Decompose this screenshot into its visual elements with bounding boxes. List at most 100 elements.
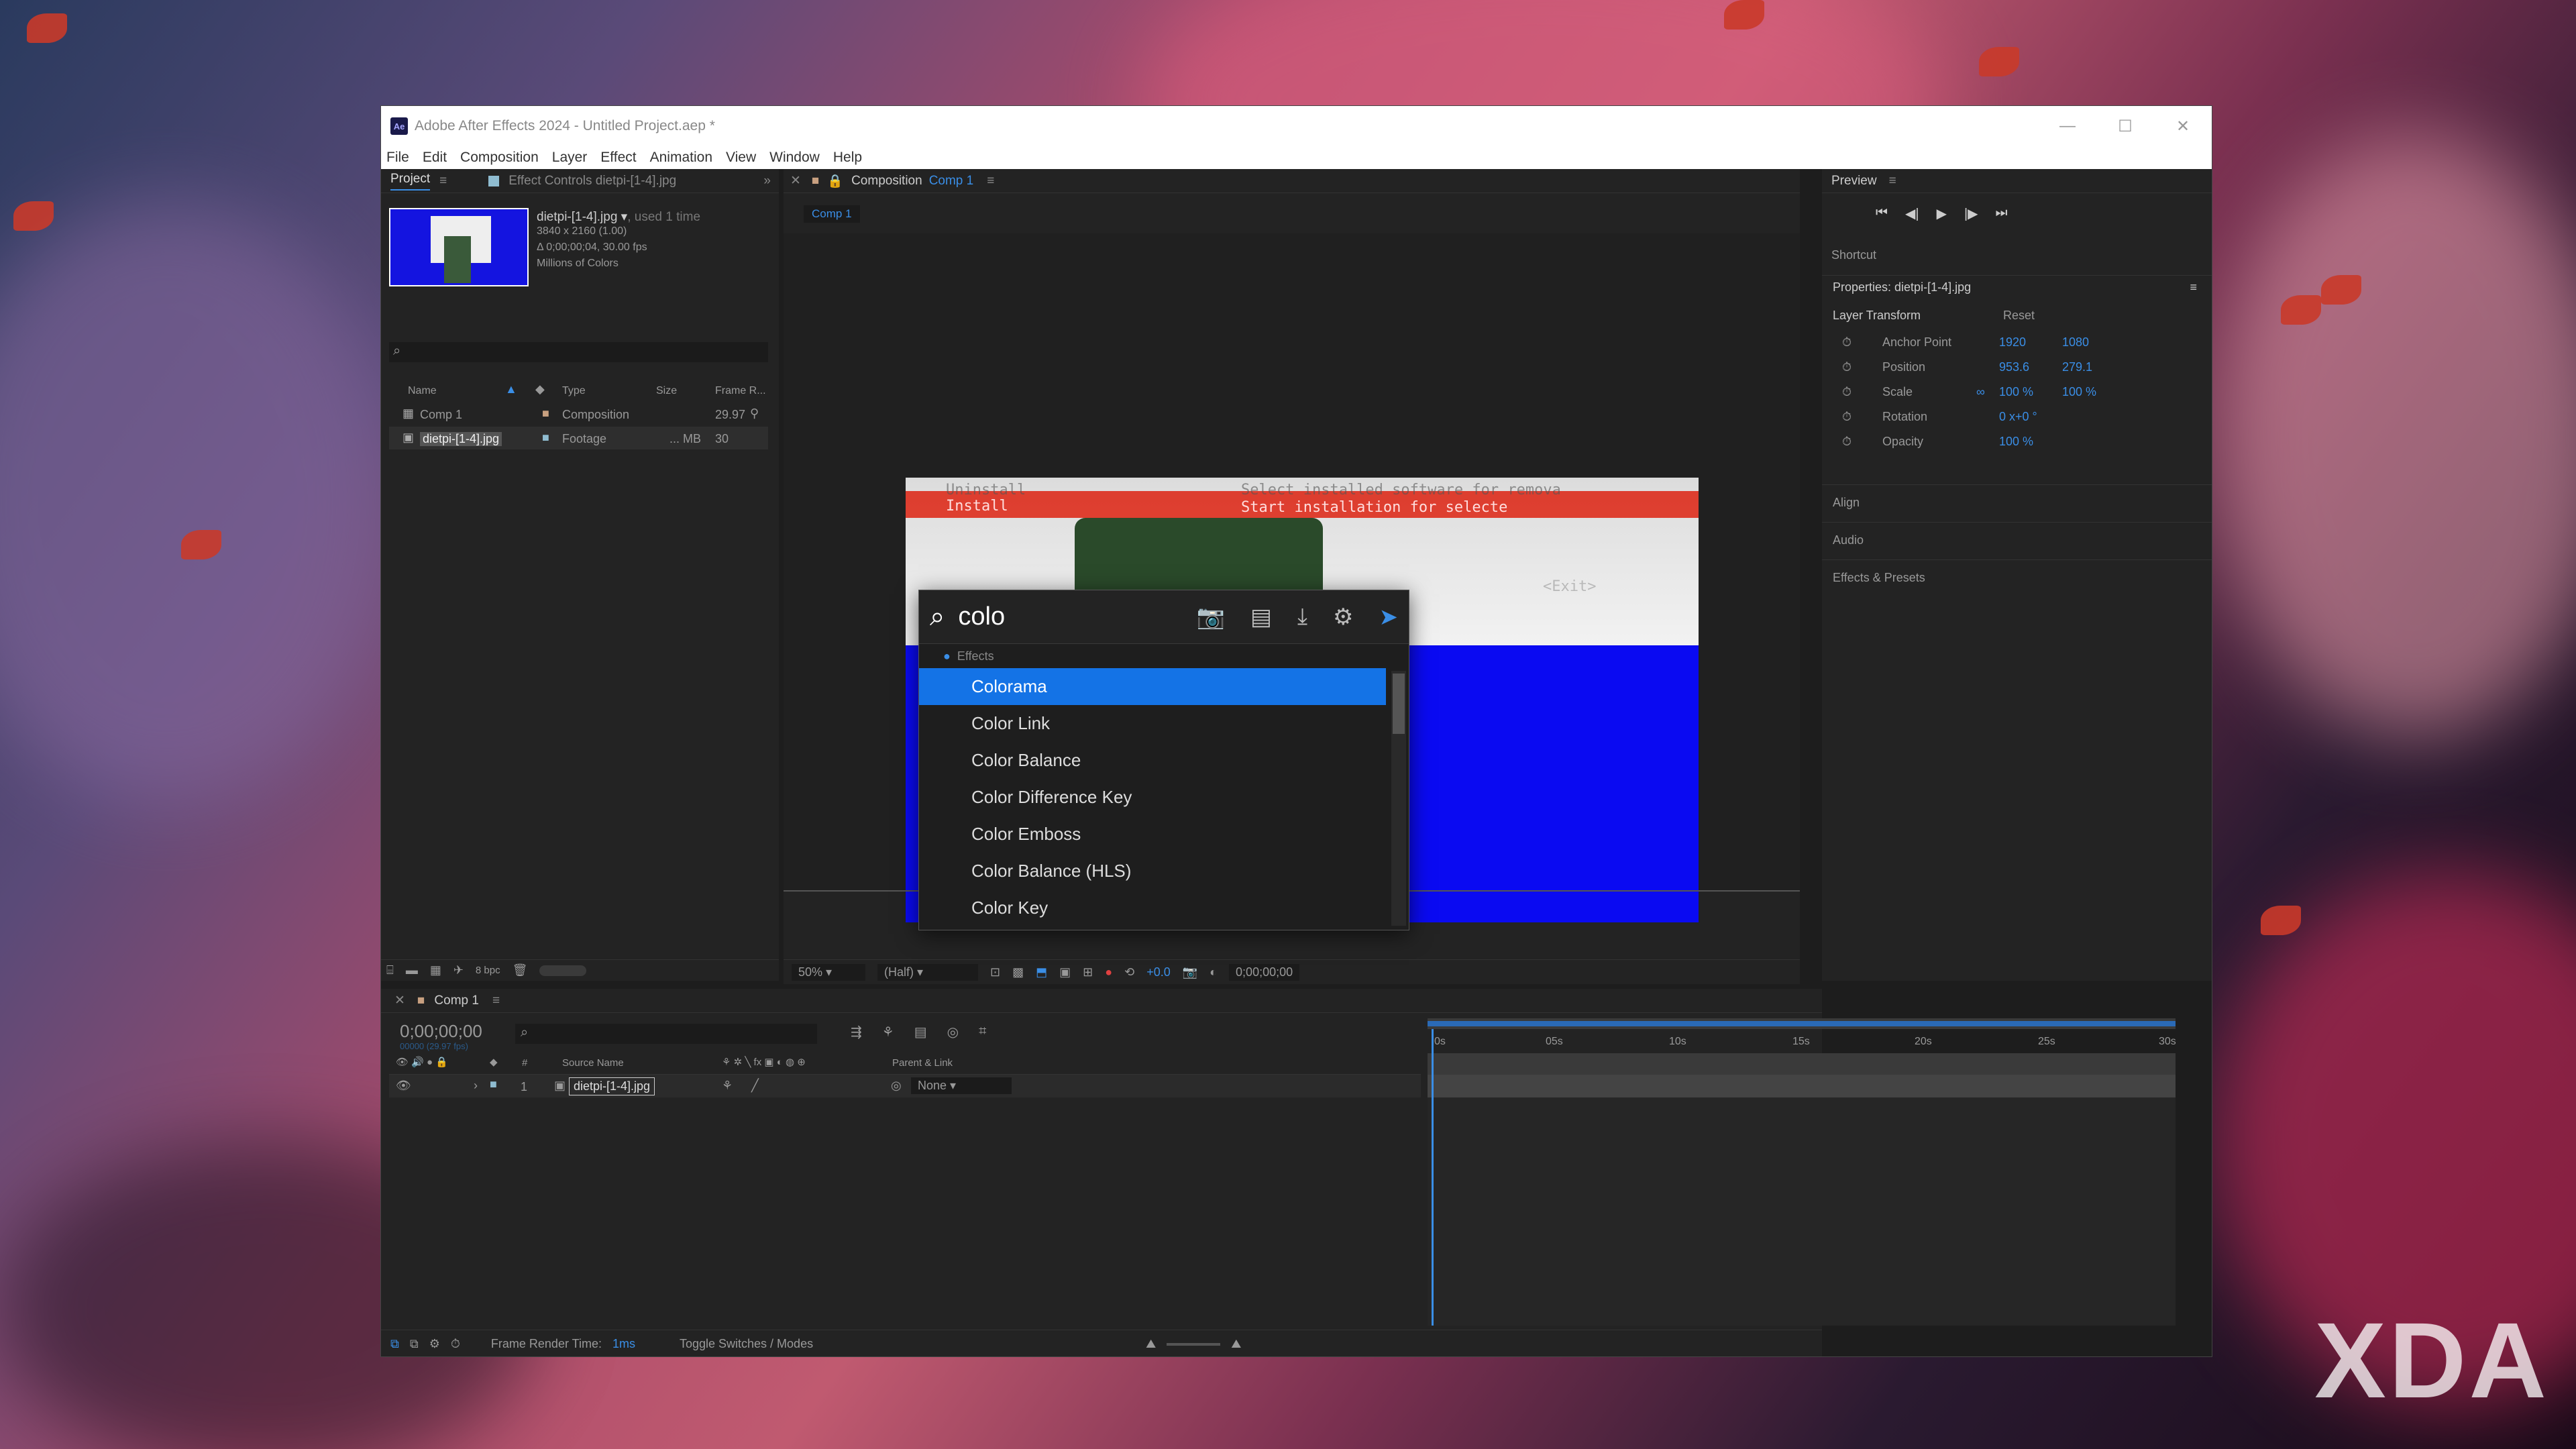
color-channels-icon[interactable]: ● [1105, 965, 1112, 979]
camera-icon[interactable]: 📷 [1197, 604, 1225, 631]
exposure-reset-icon[interactable]: ⟲ [1124, 965, 1134, 979]
comp-subtab[interactable]: Comp 1 [804, 205, 860, 223]
guides-icon[interactable]: ▣ [1059, 965, 1071, 979]
lock-icon[interactable]: 🔒 [827, 173, 843, 189]
panel-menu-icon[interactable]: ≡ [492, 994, 500, 1008]
download-icon[interactable]: ⤓ [1297, 604, 1307, 631]
grid-icon[interactable]: ⊞ [1083, 965, 1093, 979]
col-type[interactable]: Type [562, 385, 586, 397]
thumbnail-slider[interactable] [539, 965, 587, 976]
show-snapshot-icon[interactable]: ◐ [1210, 965, 1217, 979]
close-button[interactable]: ✕ [2154, 106, 2212, 146]
transfer-controls-toggle-icon[interactable]: ⚙ [429, 1337, 440, 1351]
panel-menu-icon[interactable]: ≡ [439, 174, 447, 189]
results-scroll-thumb[interactable] [1393, 674, 1405, 734]
panel-menu-icon[interactable]: ≡ [2190, 280, 2197, 294]
result-color-link[interactable]: Color Link [919, 705, 1386, 742]
close-tab-icon[interactable]: ✕ [790, 173, 801, 189]
menu-help[interactable]: Help [833, 150, 862, 166]
timeline-tracks[interactable] [1428, 1097, 2176, 1326]
snapshot-camera-icon[interactable]: 📷 [1183, 965, 1197, 979]
bpc-label[interactable]: 8 bpc [476, 965, 500, 976]
resolution-select[interactable]: (Half) ▾ [877, 964, 978, 981]
next-frame-icon[interactable]: |▶ [1964, 205, 1978, 222]
new-folder-icon[interactable]: ▬ [406, 963, 418, 977]
zoom-select[interactable]: 50% ▾ [792, 964, 865, 981]
preview-label[interactable]: Preview [1831, 174, 1877, 189]
region-of-interest-icon[interactable]: ⊡ [990, 965, 1000, 979]
shy-layers-icon[interactable]: ▤ [914, 1024, 927, 1040]
result-color-difference-key[interactable]: Color Difference Key [919, 779, 1386, 816]
tab-composition[interactable]: Composition [851, 174, 922, 189]
parent-select[interactable]: None ▾ [911, 1077, 1012, 1094]
send-icon[interactable]: ➤ [1379, 604, 1399, 631]
timeline-timecode[interactable]: 0;00;00;00 [400, 1021, 482, 1042]
project-row-comp[interactable]: ▦ Comp 1 ■ Composition 29.97 ⚲ [389, 402, 768, 425]
align-section[interactable]: Align [1822, 484, 2212, 519]
motion-blur-icon[interactable]: ◎ [947, 1024, 959, 1040]
timing-toggle-icon[interactable]: ⏱ [451, 1337, 460, 1351]
result-color-balance[interactable]: Color Balance [919, 742, 1386, 779]
col-name[interactable]: Name [408, 385, 437, 397]
settings-gear-icon[interactable]: ⚙ [1333, 604, 1353, 631]
stopwatch-icon[interactable]: ⏱ [1842, 360, 1882, 374]
playhead[interactable] [1432, 1029, 1434, 1326]
comp-name[interactable]: Comp 1 [929, 174, 974, 189]
stopwatch-icon[interactable]: ⏱ [1842, 335, 1882, 350]
timeline-search-input[interactable]: ⌕ [515, 1024, 817, 1044]
prev-frame-icon[interactable]: ◀| [1905, 205, 1919, 222]
menu-edit[interactable]: Edit [423, 150, 447, 166]
mask-visibility-icon[interactable]: ⬒ [1036, 965, 1047, 979]
project-search-input[interactable]: ⌕ [389, 342, 768, 362]
reset-button[interactable]: Reset [2003, 309, 2035, 323]
result-color-balance-hls[interactable]: Color Balance (HLS) [919, 853, 1386, 890]
exposure-value[interactable]: +0.0 [1146, 965, 1171, 979]
label-swatch[interactable]: ■ [490, 1077, 497, 1091]
layer-duration-bar[interactable] [1428, 1075, 2176, 1097]
expand-panels-icon[interactable]: » [763, 174, 771, 189]
menu-animation[interactable]: Animation [650, 150, 712, 166]
trash-icon[interactable]: 🗑 [513, 963, 528, 977]
close-tab-icon[interactable]: ✕ [394, 993, 405, 1008]
new-comp-icon[interactable]: ▦ [430, 963, 441, 977]
menu-window[interactable]: Window [769, 150, 820, 166]
quality-switch-icon[interactable]: ╱ [751, 1079, 759, 1093]
tab-effect-controls[interactable]: Effect Controls dietpi-[1-4].jpg [508, 174, 676, 189]
stopwatch-icon[interactable]: ⏱ [1842, 385, 1882, 399]
menu-view[interactable]: View [726, 150, 756, 166]
graph-editor-icon[interactable]: ⌗ [979, 1024, 986, 1040]
first-frame-icon[interactable]: ⏮ [1876, 205, 1888, 222]
pick-whip-icon[interactable]: ◎ [891, 1079, 902, 1093]
tab-project[interactable]: Project [390, 172, 431, 191]
flowchart-icon[interactable]: ⚲ [750, 407, 759, 421]
maximize-button[interactable]: ☐ [2096, 106, 2154, 146]
panel-menu-icon[interactable]: ≡ [987, 174, 994, 189]
result-color-key[interactable]: Color Key [919, 890, 1386, 926]
zoom-slider[interactable] [1167, 1342, 1221, 1346]
transparency-grid-icon[interactable]: ▩ [1012, 965, 1024, 979]
effects-presets-section[interactable]: Effects & Presets [1822, 559, 2212, 594]
collapse-switch-icon[interactable]: ⚘ [722, 1079, 733, 1093]
stopwatch-icon[interactable]: ⏱ [1842, 410, 1882, 424]
layer-row[interactable]: 👁 › ■ 1 ▣ dietpi-[1-4].jpg ⚘ ╱ ◎ None ▾ [389, 1075, 1421, 1097]
zoom-out-icon[interactable]: ⛰ [1146, 1337, 1156, 1351]
layer-switches-toggle-icon[interactable]: ⧉ [410, 1337, 419, 1351]
composition-mini-flowchart-icon[interactable]: ⇶ [851, 1024, 862, 1040]
time-ruler[interactable]: 0s 05s 10s 15s 20s 25s 30s [1428, 1033, 2176, 1052]
minimize-button[interactable]: — [2039, 106, 2096, 146]
draft-3d-icon[interactable]: ⚘ [882, 1024, 894, 1040]
visibility-eye-icon[interactable]: 👁 [396, 1079, 411, 1093]
layer-name[interactable]: dietpi-[1-4].jpg [569, 1077, 655, 1095]
work-area-bar[interactable] [1428, 1018, 2176, 1029]
col-frame-rate[interactable]: Frame R... [715, 385, 766, 397]
stopwatch-icon[interactable]: ⏱ [1842, 435, 1882, 449]
menu-file[interactable]: File [386, 150, 409, 166]
col-parent-link[interactable]: Parent & Link [892, 1057, 953, 1069]
audio-section[interactable]: Audio [1822, 522, 2212, 557]
viewer-timecode[interactable]: 0;00;00;00 [1229, 964, 1300, 981]
last-frame-icon[interactable]: ⏭ [1996, 205, 2008, 222]
menu-composition[interactable]: Composition [460, 150, 539, 166]
play-icon[interactable]: ▶ [1937, 205, 1947, 222]
panel-menu-icon[interactable]: ≡ [1889, 174, 1896, 189]
toggle-switches-modes[interactable]: Toggle Switches / Modes [680, 1337, 813, 1351]
